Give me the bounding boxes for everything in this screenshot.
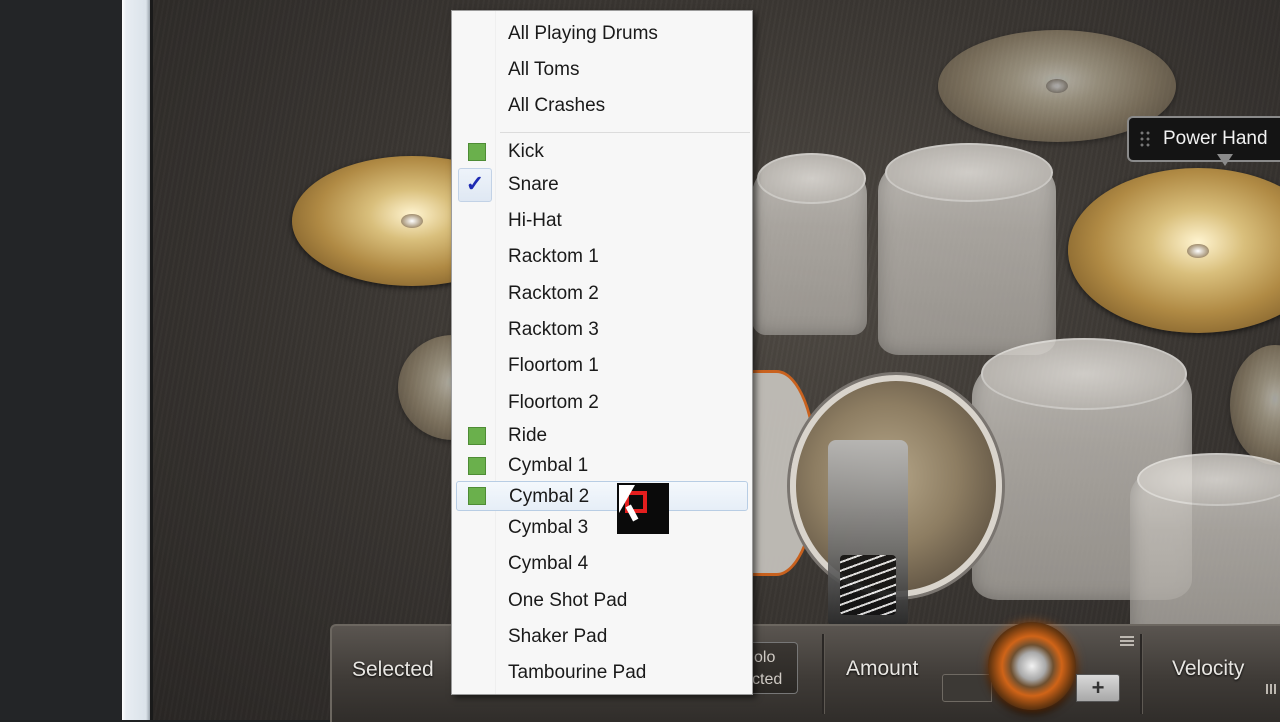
solo-line-2: cted [752,671,783,688]
amount-knob[interactable] [988,622,1076,710]
menu-item-racktom-3[interactable]: Racktom 3 [456,315,748,345]
menu-item-kick[interactable]: Kick [456,137,748,167]
velocity-options-icon[interactable] [1266,684,1276,694]
menu-item-cymbal-2[interactable]: Cymbal 2 [456,481,748,511]
grip-icon [1139,130,1151,148]
menu-item-hi-hat[interactable]: Hi-Hat [456,206,748,236]
active-square-icon [468,457,486,475]
menu-item-snare[interactable]: ✓ Snare [456,168,748,202]
menu-item-cymbal-1[interactable]: Cymbal 1 [456,451,748,481]
menu-lines-icon[interactable] [1120,636,1134,646]
mouse-cursor-icon [617,483,669,534]
window-frame [122,0,150,720]
menu-item-ride[interactable]: Ride [456,421,748,451]
active-square-icon [468,143,486,161]
active-square-icon [468,427,486,445]
host-panel [0,0,122,720]
drum-select-menu: All Playing Drums All Toms All Crashes K… [451,10,753,695]
tooltip-label: Power Hand [1163,128,1268,149]
menu-item-floortom-2[interactable]: Floortom 2 [456,388,748,418]
amount-minus-field[interactable] [942,674,992,702]
menu-item-racktom-2[interactable]: Racktom 2 [456,279,748,309]
menu-item-all-crashes[interactable]: All Crashes [456,91,748,121]
racktom-1[interactable] [752,153,867,335]
checkmark-icon: ✓ [458,168,492,202]
menu-item-floortom-1[interactable]: Floortom 1 [456,351,748,381]
menu-item-shaker-pad[interactable]: Shaker Pad [456,622,748,652]
menu-item-one-shot-pad[interactable]: One Shot Pad [456,586,748,616]
menu-item-all-playing-drums[interactable]: All Playing Drums [456,19,748,49]
power-hand-tooltip: Power Hand [1127,116,1280,166]
menu-item-cymbal-3[interactable]: Cymbal 3 [456,513,748,543]
velocity-label: Velocity [1172,657,1245,680]
selected-label: Selected [352,658,434,681]
racktom-2[interactable] [878,143,1056,355]
solo-selected-button[interactable]: olo cted [752,642,798,694]
cymbal-bell-icon [1046,79,1068,93]
menu-separator [500,132,750,133]
active-square-icon [468,487,486,505]
amount-plus-button[interactable]: + [1076,674,1120,702]
floortom-2[interactable] [1130,453,1280,645]
amount-label: Amount [846,657,919,680]
menu-item-racktom-1[interactable]: Racktom 1 [456,242,748,272]
menu-item-all-toms[interactable]: All Toms [456,55,748,85]
menu-item-tambourine-pad[interactable]: Tambourine Pad [456,658,748,688]
cymbal-bell-icon [401,214,423,228]
menu-item-cymbal-4[interactable]: Cymbal 4 [456,549,748,579]
solo-line-1: olo [754,649,776,666]
cymbal-bell-icon [1187,243,1209,258]
kick-pedal[interactable] [828,440,908,625]
